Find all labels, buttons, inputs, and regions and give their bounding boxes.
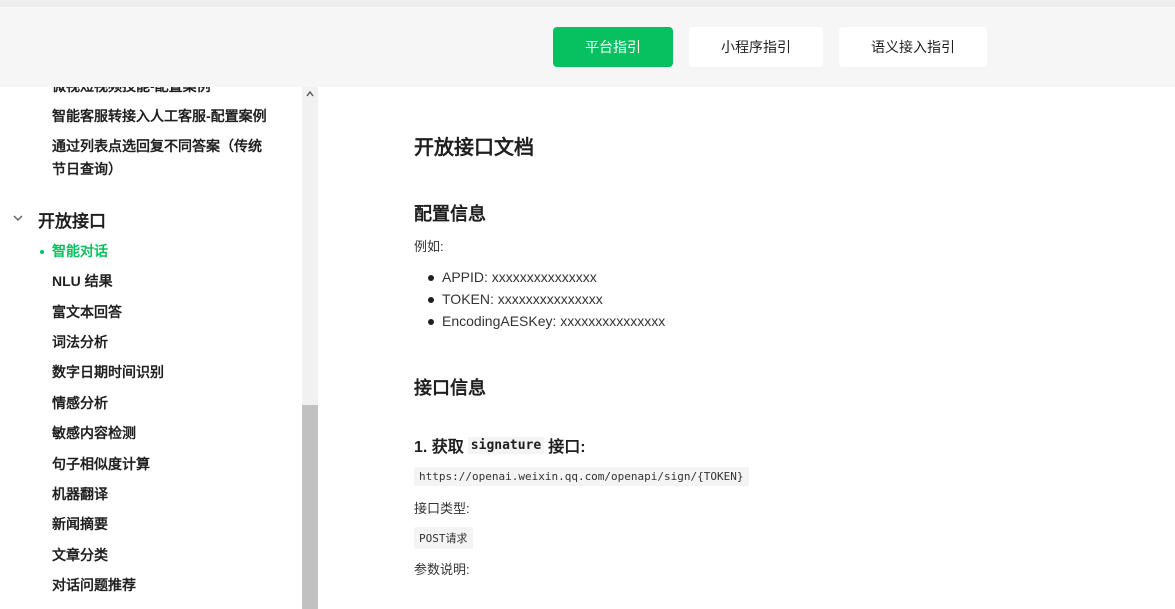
config-section-title: 配置信息 (414, 204, 486, 224)
config-item-text: APPID: xxxxxxxxxxxxxxx (442, 269, 597, 285)
active-dot-icon (40, 250, 44, 254)
sidebar-item-smart-dialog[interactable]: 智能对话 (52, 240, 282, 263)
sidebar-item-similarity[interactable]: 句子相似度计算 (52, 453, 282, 476)
config-item-token: TOKEN: xxxxxxxxxxxxxxx (428, 291, 603, 307)
sidebar-item-question-rec[interactable]: 对话问题推荐 (52, 574, 282, 597)
scroll-up-icon[interactable] (303, 89, 317, 103)
sidebar-item-news-summary[interactable]: 新闻摘要 (52, 513, 282, 536)
step1-suffix: 接口: (548, 439, 586, 456)
sidebar-item-sensitive[interactable]: 敏感内容检测 (52, 422, 282, 445)
miniprogram-guide-button[interactable]: 小程序指引 (689, 27, 823, 67)
api-type-label: 接口类型: (414, 501, 470, 516)
bullet-icon (428, 319, 434, 325)
sidebar-item-list-select[interactable]: 通过列表点选回复不同答案（传统节日查询） (52, 135, 274, 181)
sidebar-item-cut[interactable]: 微视短视频技能-配置案例 (52, 87, 282, 98)
chevron-down-icon (12, 212, 26, 227)
api-section-title: 接口信息 (414, 378, 486, 398)
sidebar-item-sentiment[interactable]: 情感分析 (52, 392, 282, 415)
sidebar-item-datetime[interactable]: 数字日期时间识别 (52, 361, 282, 384)
step1-prefix: 1. 获取 (414, 439, 464, 456)
config-item-aeskey: EncodingAESKey: xxxxxxxxxxxxxxx (428, 313, 666, 329)
sidebar-item-rich-text[interactable]: 富文本回答 (52, 301, 282, 324)
example-label: 例如: (414, 239, 444, 254)
semantic-access-guide-button[interactable]: 语义接入指引 (839, 27, 987, 67)
params-label: 参数说明: (414, 562, 470, 577)
config-item-text: EncodingAESKey: xxxxxxxxxxxxxxx (442, 313, 666, 329)
api-url-code: https://openai.weixin.qq.com/openapi/sig… (414, 467, 749, 486)
sidebar-scrollbar-thumb[interactable] (302, 405, 318, 609)
bullet-icon (428, 297, 434, 303)
page-title: 开放接口文档 (414, 137, 534, 159)
step1-heading: 1. 获取 signature 接口: (414, 433, 586, 457)
step1-code: signature (467, 436, 545, 454)
sidebar-item-nlu[interactable]: NLU 结果 (52, 270, 282, 293)
api-type-code: POST请求 (414, 527, 473, 549)
top-nav-bar: 平台指引 小程序指引 语义接入指引 (0, 0, 1175, 87)
config-item-text: TOKEN: xxxxxxxxxxxxxxx (442, 291, 603, 307)
platform-guide-button[interactable]: 平台指引 (553, 27, 673, 67)
sidebar-item-lexical[interactable]: 词法分析 (52, 331, 282, 354)
sidebar-item-transfer-human[interactable]: 智能客服转接入人工客服-配置案例 (52, 105, 282, 128)
config-item-appid: APPID: xxxxxxxxxxxxxxx (428, 269, 597, 285)
bullet-icon (428, 275, 434, 281)
sidebar-item-article-class[interactable]: 文章分类 (52, 544, 282, 567)
sidebar: 微视短视频技能-配置案例 智能客服转接入人工客服-配置案例 通过列表点选回复不同… (0, 87, 318, 609)
sidebar-section-open-api[interactable]: 开放接口 (12, 207, 106, 232)
sidebar-section-title: 开放接口 (38, 212, 106, 231)
sidebar-item-translation[interactable]: 机器翻译 (52, 483, 282, 506)
